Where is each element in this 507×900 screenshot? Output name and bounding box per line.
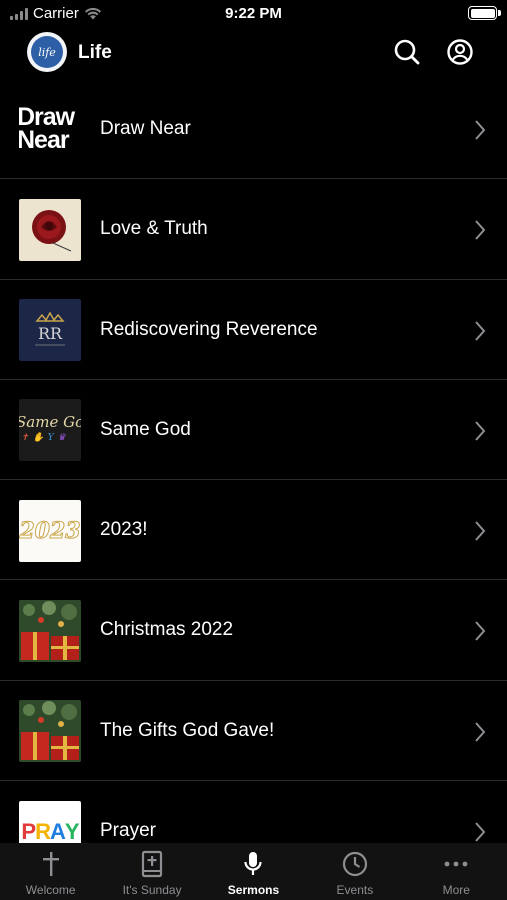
series-title: Rediscovering Reverence [100,318,318,340]
tab-label: Sermons [227,883,280,897]
tab-events[interactable]: Events [304,843,405,900]
tab-its-sunday[interactable]: It's Sunday [101,843,202,900]
series-title: Love & Truth [100,218,208,240]
list-item[interactable]: 2023 2023! [0,480,507,581]
tab-bar: Welcome It's Sunday Sermons Events More [0,843,507,900]
chevron-right-icon [475,220,486,240]
thumbnail-text: Y [64,818,80,843]
series-thumbnail [19,599,81,662]
status-bar: Carrier 9:22 PM [0,0,507,28]
app-header: life Life [0,28,507,80]
clock-icon [340,849,370,879]
series-thumbnail: Draw Near [19,98,81,161]
search-icon [394,39,420,65]
thumbnail-text: Near [19,125,70,154]
microphone-icon [238,849,268,879]
series-thumbnail [19,198,81,261]
list-item[interactable]: Draw Near Draw Near [0,79,507,180]
series-title: Draw Near [100,118,191,139]
page-title: Life [78,42,112,63]
list-item[interactable]: PRAY Prayer [0,781,507,843]
chevron-right-icon [475,722,486,742]
tab-more[interactable]: More [406,843,507,900]
battery-icon [468,6,501,20]
search-button[interactable] [392,37,422,67]
tab-label: It's Sunday [122,883,182,897]
series-title: 2023! [100,519,148,541]
crown-icon: RR [35,311,65,346]
sermon-series-list: Draw Near Draw Near Love & Truth RR Redi… [0,79,507,843]
series-thumbnail: Same Go ✝✋Y♛ [19,399,81,462]
rose-image [32,209,72,252]
series-title: Christmas 2022 [100,619,234,641]
series-title: Prayer [100,820,156,842]
series-title: The Gifts God Gave! [100,719,275,741]
thumbnail-text: P [21,818,36,843]
chevron-right-icon [475,521,486,541]
account-icon [447,39,473,65]
tab-label: Events [336,883,374,897]
series-thumbnail: RR [19,299,81,362]
thumbnail-text: Same Go [19,413,81,432]
tab-welcome[interactable]: Welcome [0,843,101,900]
logo-text: life [31,36,63,68]
church-logo[interactable]: life [27,32,67,72]
chevron-right-icon [475,822,486,842]
list-item[interactable]: RR Rediscovering Reverence [0,280,507,380]
status-time: 9:22 PM [225,5,282,22]
account-button[interactable] [445,37,475,67]
series-thumbnail: 2023 [19,499,81,562]
thumbnail-text: 2023 [19,517,81,544]
series-thumbnail: PRAY [19,800,81,843]
tab-label: Welcome [25,883,76,897]
more-dots-icon [441,849,471,879]
list-item[interactable]: Same Go ✝✋Y♛ Same God [0,380,507,481]
chevron-right-icon [475,120,486,140]
tab-label: More [442,883,470,897]
bible-icon [137,849,167,879]
cross-icon [36,849,66,879]
list-item[interactable]: Love & Truth [0,179,507,280]
chevron-right-icon [475,320,486,341]
thumbnail-text: A [50,818,66,843]
list-item[interactable]: Christmas 2022 [0,580,507,681]
list-item[interactable]: The Gifts God Gave! [0,681,507,782]
series-thumbnail [19,700,81,763]
christmas-gifts-image [19,700,81,763]
series-title: Same God [100,418,191,440]
tab-sermons[interactable]: Sermons [203,843,304,900]
thumbnail-symbols: ✝✋Y♛ [21,433,70,444]
chevron-right-icon [475,621,486,642]
thumbnail-text: RR [38,324,63,343]
chevron-right-icon [475,421,486,441]
christmas-gifts-image [19,599,81,662]
thumbnail-text: R [35,818,51,843]
